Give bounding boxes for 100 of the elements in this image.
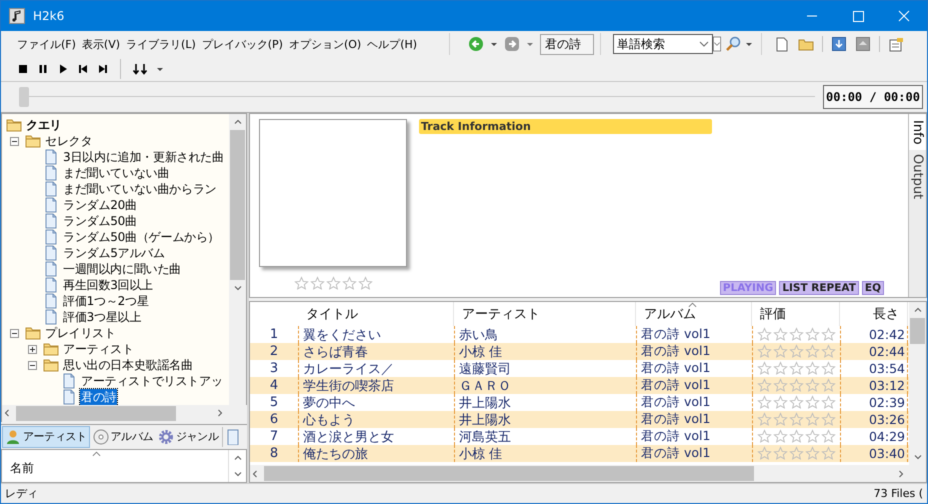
menu-item[interactable]: ファイル(F)	[17, 36, 76, 52]
dropdown-caret-icon[interactable]	[526, 40, 534, 48]
scroll-thumb[interactable]	[264, 466, 754, 481]
tree-item[interactable]: プレイリスト	[44, 324, 117, 342]
tree-item[interactable]: 君の詩	[80, 388, 118, 405]
tree-item[interactable]: ランダム50曲	[62, 212, 138, 230]
tree-item[interactable]: アーティスト	[62, 340, 135, 358]
chevron-icon[interactable]	[699, 40, 709, 48]
star-icon	[805, 395, 820, 410]
scroll-down-icon[interactable]	[232, 469, 242, 479]
dropdown-caret-icon[interactable]	[490, 40, 498, 48]
column-header[interactable]: タイトル	[298, 302, 454, 326]
document-icon	[43, 149, 59, 165]
star-icon	[773, 412, 788, 427]
document-icon	[43, 245, 59, 261]
tree-item[interactable]: まだ聞いていない曲	[62, 164, 170, 182]
star-icon	[310, 276, 324, 291]
expand-icon[interactable]	[28, 344, 37, 354]
star-icon	[358, 276, 372, 291]
scroll-left-icon[interactable]	[250, 468, 260, 478]
star-icon	[773, 446, 788, 461]
star-icon	[757, 429, 772, 444]
tree-item[interactable]: 3日以内に追加・更新された曲	[62, 148, 225, 166]
tree-item[interactable]: クエリ	[25, 116, 62, 134]
side-tab[interactable]: Info	[909, 114, 926, 150]
menu-item[interactable]: 表示(V)	[82, 36, 120, 52]
menu-item[interactable]: ヘルプ(H)	[367, 36, 418, 52]
column-header[interactable]: 名前	[10, 461, 34, 475]
star-icon	[773, 395, 788, 410]
stop-icon[interactable]	[17, 63, 29, 75]
chevron-icon[interactable]	[713, 35, 721, 53]
tree-item[interactable]: 一週間以内に聞いた曲	[62, 260, 182, 278]
history-field[interactable]: 君の詩	[540, 34, 594, 54]
tree-item[interactable]: ランダム20曲	[62, 196, 138, 214]
seek-slider[interactable]	[19, 86, 815, 108]
folder-icon	[6, 117, 22, 133]
scroll-left-icon[interactable]	[2, 408, 12, 418]
dropdown-caret-icon[interactable]	[156, 65, 164, 73]
star-icon	[789, 378, 804, 393]
table-cell: 03:40	[840, 445, 908, 462]
menu-item[interactable]: ライブラリ(L)	[126, 36, 196, 52]
column-header[interactable]: アーティスト	[454, 302, 636, 326]
star-icon	[773, 378, 788, 393]
scroll-thumb[interactable]	[16, 406, 176, 421]
collapse-icon[interactable]	[28, 360, 37, 370]
table-cell: 心もよう	[298, 411, 454, 428]
pause-icon[interactable]	[37, 63, 49, 75]
collapse-icon[interactable]	[10, 328, 19, 338]
next-icon[interactable]	[97, 63, 109, 75]
side-tab[interactable]: Output	[909, 150, 926, 204]
tree-item[interactable]: 評価1つ～2つ星	[62, 292, 150, 310]
star-icon	[789, 327, 804, 342]
scrollbar[interactable]	[909, 302, 926, 465]
scroll-down-icon[interactable]	[232, 283, 242, 293]
new-document-icon[interactable]	[774, 36, 790, 52]
browse-tab[interactable]: アルバム	[90, 426, 156, 448]
document-icon[interactable]	[225, 428, 242, 445]
scroll-right-icon[interactable]	[896, 468, 906, 478]
file-count: 73 Files (	[874, 487, 923, 500]
double-down-arrow-icon[interactable]	[132, 63, 148, 75]
tree-item[interactable]: まだ聞いていない曲からラン	[62, 180, 218, 198]
dropdown-caret-icon[interactable]	[745, 40, 753, 48]
browse-tab[interactable]: ジャンル	[156, 426, 220, 448]
sort-caret-icon	[688, 302, 697, 308]
tree-item[interactable]: ランダム50曲（ゲームから）	[62, 228, 220, 246]
column-header[interactable]: 評価	[752, 302, 840, 326]
tree-item[interactable]: 再生回数3回以上	[62, 276, 154, 294]
menu-item[interactable]: オプション(O)	[288, 36, 362, 52]
scrollbar[interactable]	[229, 114, 246, 405]
properties-icon[interactable]	[888, 36, 904, 52]
star-icon	[757, 361, 772, 376]
gear-icon	[158, 428, 174, 445]
tree-item[interactable]: 評価3つ星以上	[62, 308, 142, 326]
status-text: レディ	[5, 486, 38, 501]
scroll-thumb[interactable]	[910, 318, 925, 344]
tree-item[interactable]: アーティストでリストアッ	[80, 372, 224, 390]
previous-icon[interactable]	[77, 63, 89, 75]
star-icon	[805, 412, 820, 427]
search-mode-dropdown[interactable]: 単語検索	[613, 34, 713, 54]
collapse-icon[interactable]	[10, 136, 19, 146]
star-icon	[789, 429, 804, 444]
person-icon	[5, 428, 21, 445]
tree-item[interactable]: ランダム5アルバム	[62, 244, 166, 262]
scroll-down-icon[interactable]	[912, 452, 922, 462]
scroll-right-icon[interactable]	[215, 408, 225, 418]
document-icon	[61, 373, 77, 389]
column-header[interactable]: 長さ	[840, 302, 908, 326]
tree-item[interactable]: 思い出の日本史歌謡名曲	[62, 356, 194, 374]
upload-icon[interactable]	[855, 36, 871, 52]
menu-item[interactable]: プレイバック(P)	[202, 36, 283, 52]
table-cell: 学生街の喫茶店	[298, 377, 454, 394]
browse-tab[interactable]: アーティスト	[2, 426, 90, 448]
scroll-thumb[interactable]	[230, 130, 245, 280]
tree-item[interactable]: セレクタ	[44, 132, 94, 150]
play-icon[interactable]	[57, 63, 69, 75]
row-number: 3	[268, 361, 280, 376]
download-icon[interactable]	[831, 36, 847, 52]
column-header[interactable]: アルバム	[636, 302, 752, 326]
star-icon	[805, 327, 820, 342]
scrollbar[interactable]	[250, 465, 926, 482]
